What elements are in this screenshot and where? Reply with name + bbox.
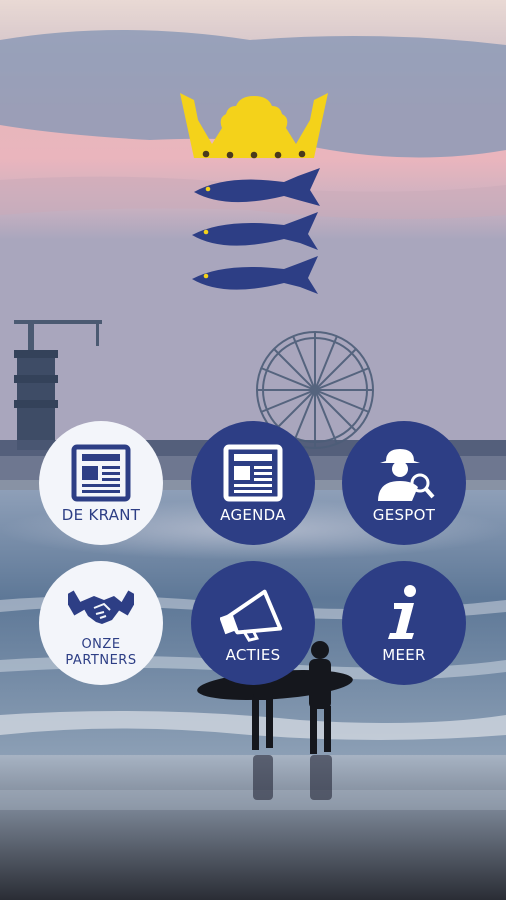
- agenda-button[interactable]: AGENDA: [191, 421, 315, 545]
- info-icon: [371, 583, 437, 643]
- detective-search-icon: [371, 443, 437, 503]
- onze-partners-label-line2: PARTNERS: [65, 653, 137, 668]
- meer-button[interactable]: MEER: [342, 561, 466, 685]
- agenda-label: AGENDA: [220, 505, 286, 524]
- megaphone-icon: [220, 583, 286, 643]
- de-krant-button[interactable]: DE KRANT: [39, 421, 163, 545]
- acties-label: ACTIES: [225, 645, 281, 664]
- handshake-icon: [68, 577, 134, 637]
- onze-partners-button[interactable]: ONZE PARTNERS: [39, 561, 163, 685]
- newspaper-icon: [68, 443, 134, 503]
- acties-button[interactable]: ACTIES: [191, 561, 315, 685]
- gespot-button[interactable]: GESPOT: [342, 421, 466, 545]
- newspaper-icon: [220, 443, 286, 503]
- crown-icon: [180, 93, 328, 159]
- herring-icon: [192, 168, 320, 294]
- crown-with-three-herrings-logo: [180, 93, 328, 294]
- meer-label: MEER: [382, 645, 426, 664]
- onze-partners-label-line1: ONZE: [81, 637, 121, 652]
- de-krant-label: DE KRANT: [61, 505, 141, 524]
- gespot-label: GESPOT: [372, 505, 436, 524]
